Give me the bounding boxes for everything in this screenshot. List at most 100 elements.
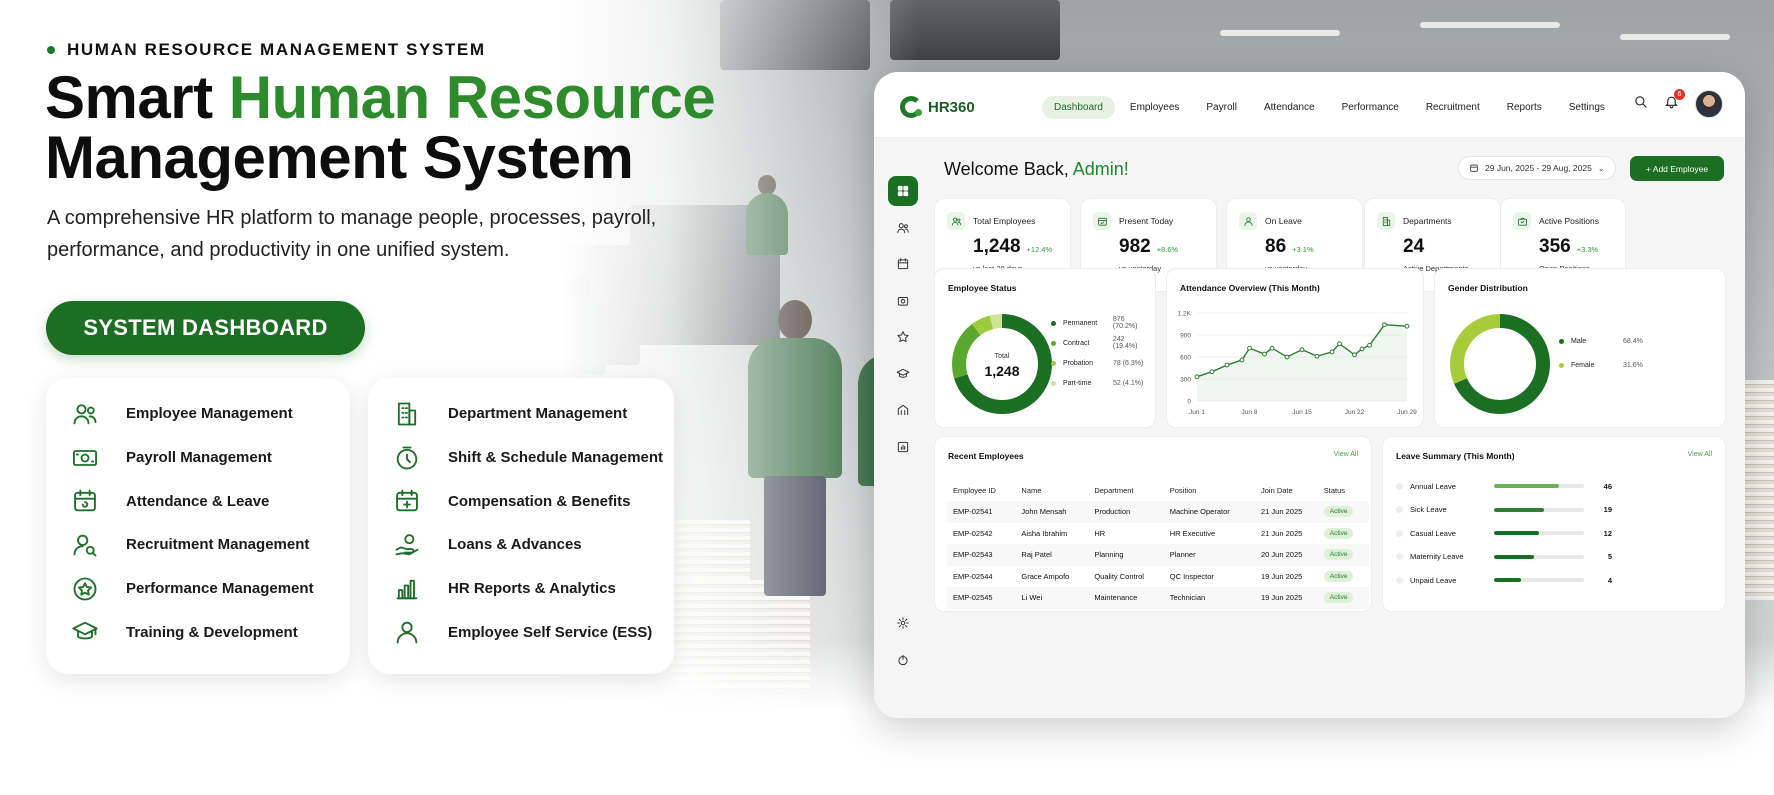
- table-cell: John Mensah: [1021, 501, 1095, 523]
- leave-name: Maternity Leave: [1410, 552, 1464, 561]
- table-row[interactable]: EMP-02545 Li Wei Maintenance Technician 19 J…: [947, 587, 1369, 609]
- column-header[interactable]: Department: [1094, 479, 1169, 501]
- gender-panel: Gender Distribution Male 68.4% Female 31.6%: [1434, 268, 1726, 428]
- leave-item: Sick Leave 19: [1396, 503, 1612, 517]
- x-tick-label: Jun 1: [1189, 409, 1205, 416]
- column-header[interactable]: Status: [1324, 479, 1369, 501]
- nav-tab-payroll[interactable]: Payroll: [1194, 96, 1249, 119]
- sidebar-bottom: [888, 608, 918, 681]
- feature-label: Employee Self Service (ESS): [448, 623, 653, 641]
- logo-text: HR360: [928, 98, 975, 116]
- sidebar-item-performance[interactable]: [888, 322, 918, 352]
- leave-progress-bar: [1494, 554, 1584, 559]
- feature-label: Training & Development: [126, 623, 298, 641]
- sidebar-item-settings[interactable]: [888, 608, 918, 638]
- nav-tab-dashboard[interactable]: Dashboard: [1042, 96, 1115, 119]
- kpi-value: 982: [1119, 236, 1151, 257]
- date-range-picker[interactable]: 29 Jun, 2025 - 29 Aug, 2025 ⌄: [1458, 156, 1616, 180]
- table-cell: Maintenance: [1094, 587, 1170, 609]
- logo[interactable]: HR360: [900, 96, 975, 118]
- nav-tab-attendance[interactable]: Attendance: [1252, 96, 1327, 119]
- nav-tab-performance[interactable]: Performance: [1330, 96, 1411, 119]
- status-badge: Active: [1323, 506, 1354, 518]
- column-header[interactable]: Join Date: [1261, 479, 1324, 501]
- data-point: [1247, 345, 1252, 351]
- legend-swatch: [1559, 362, 1564, 368]
- table-cell: EMP-02543: [947, 544, 1022, 566]
- feature-item: HR Reports & Analytics: [392, 567, 674, 611]
- bank-icon: [897, 404, 909, 416]
- status-badge: Active: [1323, 592, 1354, 604]
- employee-status-panel: Employee Status Total 1,248 Permanent 876…: [934, 268, 1156, 428]
- legend-swatch: [1051, 380, 1056, 386]
- table-cell: 20 Jun 2025: [1261, 544, 1324, 566]
- column-header[interactable]: Position: [1170, 479, 1261, 501]
- leave-bullet: [1396, 576, 1403, 584]
- search-icon[interactable]: [1633, 94, 1648, 114]
- add-employee-button[interactable]: + Add Employee: [1630, 156, 1724, 181]
- table-row[interactable]: EMP-02542 Aisha Ibrahim HR HR Executive 21 J…: [947, 523, 1369, 545]
- kpi-delta: +8.6%: [1156, 245, 1179, 254]
- donut-center-value: 1,248: [984, 363, 1020, 379]
- legend-value: 31.6%: [1623, 361, 1643, 369]
- kpi-delta: +3.3%: [1576, 245, 1599, 254]
- kpi-value: 1,248: [973, 236, 1021, 257]
- sidebar-item-attendance[interactable]: [888, 249, 918, 279]
- table-cell: 19 Jun 2025: [1261, 587, 1324, 609]
- table-row[interactable]: EMP-02543 Raj Patel Planning Planner 20 Jun …: [947, 544, 1369, 566]
- nav-tab-recruitment[interactable]: Recruitment: [1414, 96, 1492, 119]
- column-header[interactable]: Name: [1021, 479, 1094, 501]
- x-tick-label: Jun 22: [1345, 409, 1365, 416]
- nav-tab-employees[interactable]: Employees: [1118, 96, 1191, 119]
- nav-tab-settings[interactable]: Settings: [1557, 96, 1617, 119]
- sidebar-item-employees[interactable]: [888, 213, 918, 243]
- x-tick-label: Jun 15: [1292, 409, 1312, 416]
- sidebar-item-training[interactable]: [888, 359, 918, 389]
- table-cell: Technician: [1169, 587, 1261, 609]
- legend-item: Probation 78 (6.3%): [1051, 353, 1151, 373]
- sidebar-item-dashboard[interactable]: [888, 176, 918, 206]
- table-row[interactable]: EMP-02541 John Mensah Production Machine Op…: [947, 501, 1369, 523]
- feature-label: Compensation & Benefits: [448, 492, 631, 510]
- leave-bullet: [1396, 553, 1403, 560]
- kpi-value-row: 356 +3.3%: [1539, 236, 1625, 258]
- table-row[interactable]: EMP-02544 Grace Ampofo Quality Control QC I…: [947, 566, 1369, 588]
- data-point: [1239, 357, 1245, 363]
- table-cell: Quality Control: [1094, 571, 1144, 581]
- legend-label: Probation: [1063, 359, 1093, 367]
- feature-item: Shift & Schedule Management: [392, 436, 674, 480]
- leave-bullet: [1396, 506, 1403, 513]
- feature-item: Employee Management: [70, 392, 350, 436]
- view-all-link[interactable]: View All: [1688, 451, 1712, 458]
- sidebar-item-departments[interactable]: [888, 395, 918, 425]
- employees-table: Employee ID Name Department Position Join Da…: [947, 479, 1369, 609]
- sidebar-item-logout[interactable]: [888, 645, 918, 675]
- eyebrow: HUMAN RESOURCE MANAGEMENT SYSTEM: [47, 40, 486, 60]
- nav-tab-reports[interactable]: Reports: [1495, 96, 1554, 119]
- leave-item: Annual Leave 46: [1396, 479, 1612, 493]
- panel-title: Gender Distribution: [1448, 283, 1528, 293]
- users-icon: [897, 222, 909, 233]
- feature-label: Loans & Advances: [448, 536, 582, 554]
- sidebar-item-payroll[interactable]: [888, 286, 918, 316]
- feature-item: Performance Management: [70, 567, 350, 611]
- table-cell: EMP-02544: [953, 571, 993, 581]
- view-all-link[interactable]: View All: [1334, 451, 1358, 458]
- data-point: [1299, 347, 1305, 353]
- employee-status-legend: Permanent 876 (70.2%) Contract 242 (19.4%) P…: [1051, 313, 1151, 393]
- avatar[interactable]: [1695, 90, 1723, 118]
- leave-count: 4: [1607, 575, 1612, 585]
- table-cell: EMP-02545: [947, 587, 1022, 609]
- bell-icon[interactable]: 6: [1664, 89, 1685, 114]
- top-bar: HR360 Dashboard Employees Payroll Attendanc…: [874, 72, 1745, 138]
- system-dashboard-button[interactable]: SYSTEM DASHBOARD: [46, 301, 365, 355]
- data-point: [1359, 346, 1365, 352]
- table-cell: Active: [1323, 501, 1369, 523]
- feature-item: Recruitment Management: [70, 523, 350, 567]
- feature-label: Shift & Schedule Management: [448, 449, 664, 467]
- data-point: [1314, 353, 1320, 359]
- data-point: [1209, 369, 1215, 375]
- camera-icon: [897, 296, 909, 306]
- column-header[interactable]: Employee ID: [947, 479, 1021, 501]
- sidebar-item-reports[interactable]: [888, 432, 918, 462]
